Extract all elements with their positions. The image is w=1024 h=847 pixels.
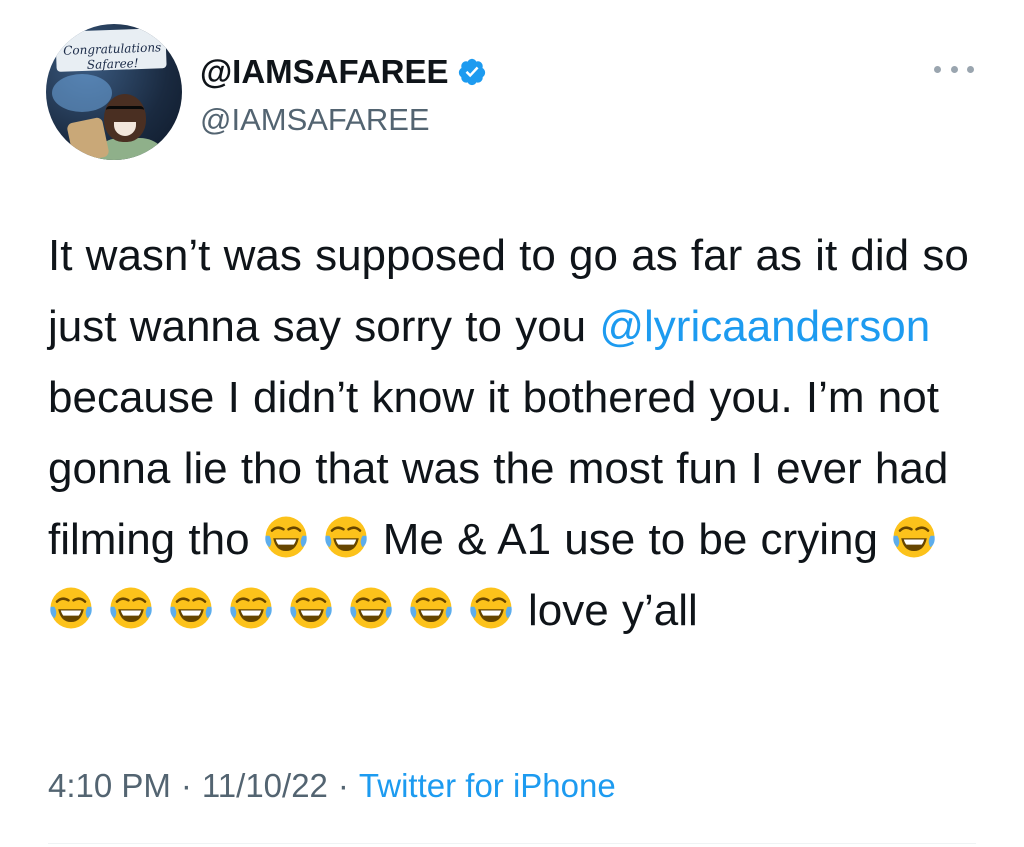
more-dot — [950, 65, 958, 73]
mention-link[interactable]: @lyricaanderson — [599, 302, 930, 351]
face-with-tears-of-joy-icon — [290, 587, 332, 629]
face-with-tears-of-joy-icon — [350, 587, 392, 629]
avatar[interactable]: Congratulations Safaree! — [46, 24, 182, 160]
meta-separator: · — [180, 767, 192, 804]
face-with-tears-of-joy-icon — [893, 516, 935, 558]
face-with-tears-of-joy-icon — [110, 587, 152, 629]
more-options-icon[interactable] — [934, 62, 974, 76]
divider — [48, 843, 976, 844]
avatar-glasses — [106, 106, 144, 117]
author-display-name[interactable]: @IAMSAFAREE — [200, 52, 487, 92]
author-handle[interactable]: @IAMSAFAREE — [200, 101, 430, 139]
face-with-tears-of-joy-icon — [230, 587, 272, 629]
avatar-caption: Congratulations Safaree! — [60, 40, 166, 74]
tweet-text: It wasn’t was supposed to go as far as i… — [48, 220, 988, 646]
face-with-tears-of-joy-icon — [470, 587, 512, 629]
meta-separator: · — [337, 767, 349, 804]
more-dot — [934, 65, 941, 73]
emoji-group-3 — [48, 586, 528, 635]
emoji-group-1 — [263, 515, 383, 564]
tweet-meta: 4:10 PM · 11/10/22 · Twitter for iPhone — [48, 764, 616, 808]
face-with-tears-of-joy-icon — [325, 516, 367, 558]
emoji-group-2 — [891, 515, 951, 564]
tweet-time[interactable]: 4:10 PM — [48, 767, 171, 804]
tweet-date[interactable]: 11/10/22 — [202, 767, 328, 804]
display-name-text: @IAMSAFAREE — [200, 53, 449, 90]
face-with-tears-of-joy-icon — [410, 587, 452, 629]
tweet-source-link[interactable]: Twitter for iPhone — [359, 767, 616, 804]
face-with-tears-of-joy-icon — [50, 587, 92, 629]
tweet-text-part4: love y’all — [528, 586, 698, 635]
tweet-text-part3: Me & A1 use to be crying — [382, 515, 892, 564]
avatar-background-light — [52, 74, 112, 112]
face-with-tears-of-joy-icon — [265, 516, 307, 558]
face-with-tears-of-joy-icon — [170, 587, 212, 629]
tweet-card: Congratulations Safaree! @IAMSAFAREE @IA… — [0, 0, 1024, 847]
verified-badge-icon — [458, 58, 485, 86]
more-dot — [967, 65, 974, 73]
